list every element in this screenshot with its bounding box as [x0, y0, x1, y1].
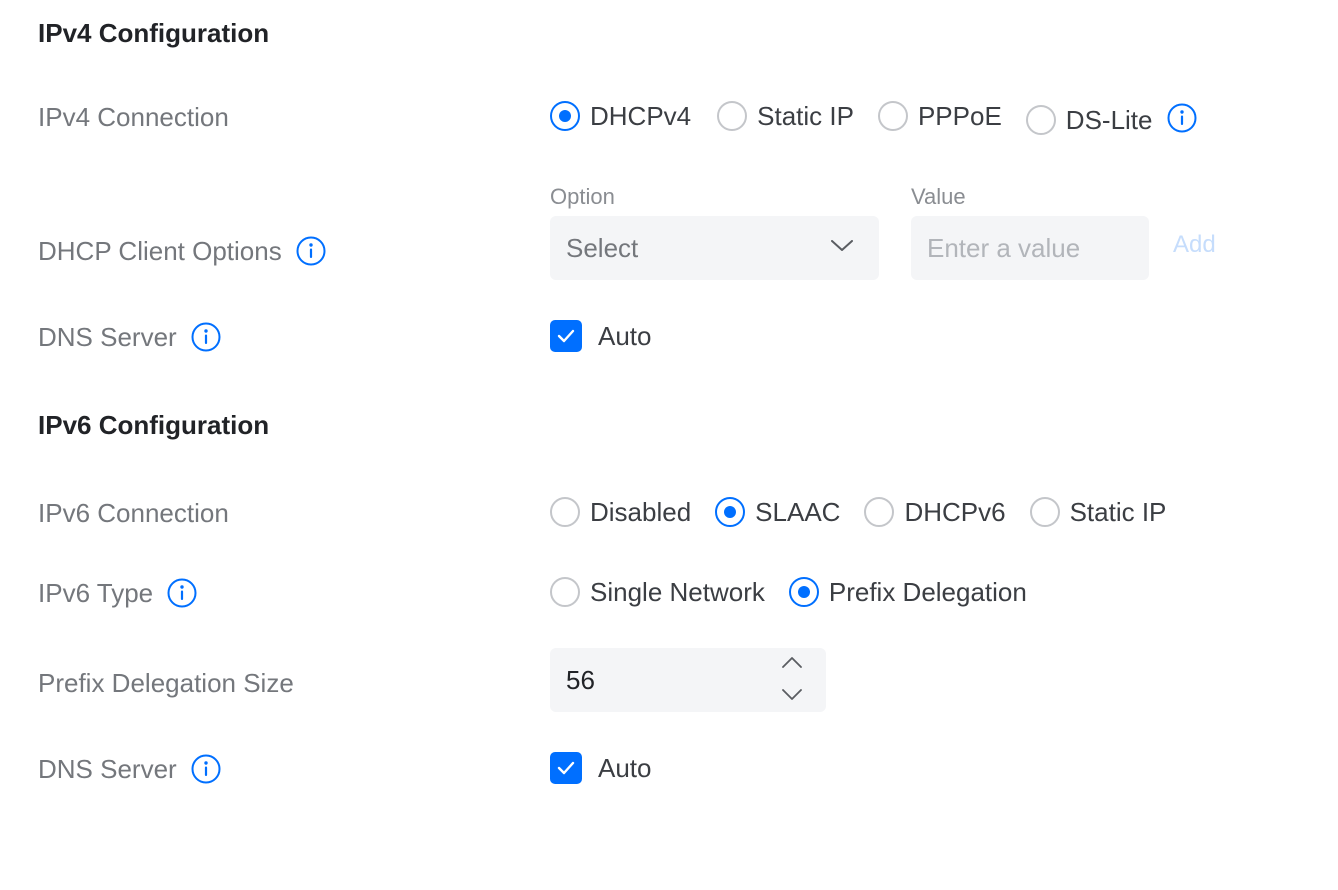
chevron-down-icon — [831, 239, 853, 257]
checkbox-checked-icon — [550, 752, 582, 784]
ipv4-radio-dhcpv4[interactable]: DHCPv4 — [550, 101, 691, 132]
radio-label: DHCPv6 — [904, 496, 1006, 527]
info-icon[interactable] — [191, 754, 221, 784]
ipv4-radio-ds-lite[interactable]: DS-Lite — [1025, 104, 1153, 136]
add-option-button[interactable]: Add — [1173, 231, 1216, 259]
checkbox-label: Auto — [598, 320, 652, 351]
dhcp-client-options-label-text: DHCP Client Options — [38, 236, 282, 266]
radio-label: Single Network — [590, 576, 765, 607]
stepper-arrows — [782, 655, 802, 705]
dhcp-client-options-label: DHCP Client Options — [38, 236, 326, 266]
dhcp-option-select[interactable]: Select — [550, 216, 879, 280]
ipv6-radio-slaac[interactable]: SLAAC — [715, 497, 840, 528]
checkbox-label: Auto — [598, 752, 652, 783]
ipv6-radio-prefix-delegation[interactable]: Prefix Delegation — [788, 576, 1027, 608]
ipv6-type-label-text: IPv6 Type — [38, 578, 154, 608]
ipv4-radio-static-ip[interactable]: Static IP — [717, 101, 854, 132]
checkbox-checked-icon — [550, 320, 582, 352]
select-value: Select — [566, 232, 639, 263]
option-column-label: Option — [550, 184, 615, 209]
radio-unselected-icon — [1029, 497, 1060, 527]
ipv6-dns-auto-checkbox[interactable]: Auto — [550, 752, 652, 784]
ipv6-section-title: IPv6 Configuration — [38, 410, 270, 440]
ipv4-connection-radio-group: DHCPv4 Static IP PPPoE DS-Lite — [550, 98, 1197, 136]
ipv4-dns-auto-checkbox[interactable]: Auto — [550, 320, 652, 352]
info-icon[interactable] — [191, 322, 221, 352]
radio-unselected-icon — [864, 497, 895, 527]
info-icon[interactable] — [1167, 103, 1197, 133]
radio-label: Static IP — [1069, 496, 1167, 527]
prefix-size-stepper[interactable]: 56 — [550, 648, 826, 712]
radio-selected-icon — [788, 577, 819, 607]
chevron-up-icon[interactable] — [782, 655, 802, 673]
radio-unselected-icon — [1025, 105, 1056, 135]
value-column-label: Value — [911, 184, 966, 209]
radio-label: Disabled — [590, 496, 692, 527]
prefix-delegation-size-label: Prefix Delegation Size — [38, 668, 294, 698]
ipv6-radio-disabled[interactable]: Disabled — [550, 497, 691, 528]
ipv4-dns-server-label: DNS Server — [38, 322, 221, 352]
radio-label: DS-Lite — [1065, 104, 1153, 135]
radio-unselected-icon — [550, 497, 580, 527]
stepper-value: 56 — [566, 664, 595, 695]
ipv6-connection-radio-group: Disabled SLAAC DHCPv6 Static IP — [550, 494, 1166, 530]
info-icon[interactable] — [167, 578, 197, 608]
radio-unselected-icon — [877, 101, 908, 131]
dhcp-option-value-input[interactable] — [911, 216, 1149, 280]
ipv6-dns-server-label-text: DNS Server — [38, 754, 177, 784]
ipv6-type-radio-group: Single Network Prefix Delegation — [550, 574, 1027, 610]
radio-unselected-icon — [550, 577, 580, 607]
radio-label: Prefix Delegation — [828, 576, 1027, 607]
radio-label: PPPoE — [917, 100, 1002, 131]
radio-label: DHCPv4 — [590, 100, 692, 131]
chevron-down-icon[interactable] — [782, 687, 802, 705]
ipv6-radio-dhcpv6[interactable]: DHCPv6 — [864, 496, 1006, 528]
ipv6-dns-server-label: DNS Server — [38, 754, 221, 784]
ipv4-dns-server-label-text: DNS Server — [38, 322, 177, 352]
ipv4-radio-pppoe[interactable]: PPPoE — [877, 100, 1002, 132]
radio-label: Static IP — [757, 100, 854, 131]
ipv6-radio-single-network[interactable]: Single Network — [550, 577, 765, 608]
ipv4-connection-label: IPv4 Connection — [38, 102, 229, 132]
ipv6-radio-static-ip[interactable]: Static IP — [1029, 496, 1167, 528]
radio-unselected-icon — [717, 101, 748, 131]
ipv4-section-title: IPv4 Configuration — [38, 18, 270, 48]
info-icon[interactable] — [296, 236, 326, 266]
ipv6-type-label: IPv6 Type — [38, 578, 197, 608]
radio-label: SLAAC — [755, 496, 841, 527]
radio-selected-icon — [550, 101, 580, 131]
ipv6-connection-label: IPv6 Connection — [38, 498, 229, 528]
radio-selected-icon — [715, 497, 746, 527]
